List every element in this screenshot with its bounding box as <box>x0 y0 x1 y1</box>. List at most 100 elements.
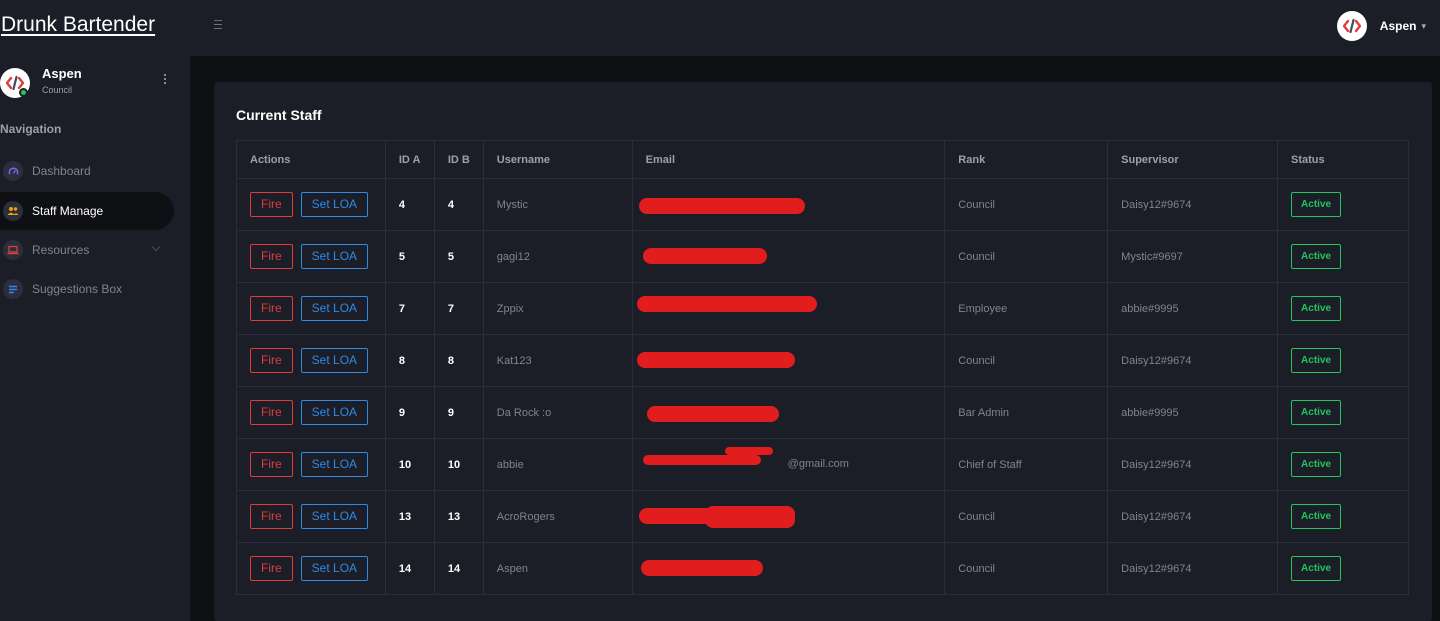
sidebar-item-resources[interactable]: Resources <box>0 231 174 269</box>
email-cell <box>631 230 946 283</box>
username-cell: AcroRogers <box>482 490 633 543</box>
status-cell: Active <box>1277 490 1409 543</box>
id-a-cell: 14 <box>384 542 435 595</box>
status-badge: Active <box>1291 244 1342 269</box>
supervisor-cell: Daisy12#9674 <box>1107 542 1279 595</box>
username-cell: Da Rock :o <box>482 386 633 439</box>
table-header-row: Actions ID A ID B Username Email Rank Su… <box>236 140 1409 179</box>
email-redaction-mark <box>724 447 773 455</box>
status-badge: Active <box>1291 556 1342 581</box>
actions-cell: Fire Set LOA <box>236 386 386 439</box>
actions-cell: Fire Set LOA <box>236 282 386 335</box>
set-loa-button[interactable]: Set LOA <box>300 400 369 425</box>
actions-cell: Fire Set LOA <box>236 230 386 283</box>
email-redaction-mark <box>642 248 767 264</box>
email-cell: @gmail.com <box>631 438 946 491</box>
supervisor-cell: abbie#9995 <box>1107 282 1279 335</box>
supervisor-cell: Daisy12#9674 <box>1107 490 1279 543</box>
rank-cell: Bar Admin <box>944 386 1109 439</box>
email-text: @gmail.com <box>787 458 849 470</box>
email-cell <box>631 386 946 439</box>
email-cell <box>631 178 946 231</box>
sidebar-item-staff-manage[interactable]: Staff Manage <box>0 192 174 230</box>
email-redaction-mark <box>640 560 763 576</box>
table-row: Fire Set LOA 5 5 gagi12 Council Mystic#9697 Act… <box>236 230 1409 283</box>
nav-heading: Navigation <box>0 122 62 136</box>
status-cell: Active <box>1277 178 1409 231</box>
code-avatar-icon <box>1336 11 1367 41</box>
column-header-id-b: ID B <box>433 140 484 179</box>
set-loa-button[interactable]: Set LOA <box>300 556 369 581</box>
supervisor-cell: Daisy12#9674 <box>1107 178 1279 231</box>
staff-card: Current Staff Actions ID A ID B Username… <box>214 82 1432 621</box>
list-icon <box>3 279 23 299</box>
email-cell <box>631 490 946 543</box>
sidebar-item-suggestions-box[interactable]: Suggestions Box <box>0 270 174 308</box>
status-cell: Active <box>1277 230 1409 283</box>
caret-down-icon: ▾ <box>1421 20 1426 31</box>
fire-button[interactable]: Fire <box>250 556 293 581</box>
user-menu[interactable]: Aspen ▾ <box>1336 11 1426 41</box>
online-status-dot <box>19 88 28 97</box>
fire-button[interactable]: Fire <box>250 244 293 269</box>
id-b-cell: 5 <box>433 230 484 283</box>
set-loa-button[interactable]: Set LOA <box>300 244 369 269</box>
fire-button[interactable]: Fire <box>250 504 293 529</box>
set-loa-button[interactable]: Set LOA <box>300 348 369 373</box>
sidebar: Aspen Council Navigation Dashboard Staff… <box>0 56 190 621</box>
fire-button[interactable]: Fire <box>250 400 293 425</box>
email-cell <box>631 282 946 335</box>
username-cell: Zppix <box>482 282 633 335</box>
email-redaction-mark <box>642 455 761 465</box>
set-loa-button[interactable]: Set LOA <box>300 192 369 217</box>
status-cell: Active <box>1277 542 1409 595</box>
set-loa-button[interactable]: Set LOA <box>300 452 369 477</box>
fire-button[interactable]: Fire <box>250 192 293 217</box>
set-loa-button[interactable]: Set LOA <box>300 504 369 529</box>
user-menu-name: Aspen <box>1379 19 1417 33</box>
fire-button[interactable]: Fire <box>250 296 293 321</box>
supervisor-cell: Daisy12#9674 <box>1107 334 1279 387</box>
column-header-id-a: ID A <box>384 140 435 179</box>
id-b-cell: 13 <box>433 490 484 543</box>
status-badge: Active <box>1291 296 1342 321</box>
laptop-icon <box>3 240 23 260</box>
supervisor-cell: Daisy12#9674 <box>1107 438 1279 491</box>
username-cell: abbie <box>482 438 633 491</box>
status-badge: Active <box>1291 504 1342 529</box>
status-badge: Active <box>1291 400 1342 425</box>
id-a-cell: 10 <box>384 438 435 491</box>
rank-cell: Council <box>944 542 1109 595</box>
rank-cell: Chief of Staff <box>944 438 1109 491</box>
brand-title[interactable]: Drunk Bartender <box>1 13 155 37</box>
table-row: Fire Set LOA 8 8 Kat123 Council Daisy12#9674 Ac… <box>236 334 1409 387</box>
status-badge: Active <box>1291 452 1342 477</box>
supervisor-cell: Mystic#9697 <box>1107 230 1279 283</box>
email-redaction-mark <box>638 198 805 214</box>
id-a-cell: 7 <box>384 282 435 335</box>
rank-cell: Council <box>944 334 1109 387</box>
fire-button[interactable]: Fire <box>250 452 293 477</box>
username-cell: gagi12 <box>482 230 633 283</box>
set-loa-button[interactable]: Set LOA <box>300 296 369 321</box>
hamburger-icon[interactable] <box>214 17 226 33</box>
sidebar-item-dashboard[interactable]: Dashboard <box>0 152 174 190</box>
rank-cell: Council <box>944 490 1109 543</box>
top-navbar: Drunk Bartender Aspen ▾ <box>0 0 1440 56</box>
id-a-cell: 5 <box>384 230 435 283</box>
sidebar-item-label: Dashboard <box>32 164 91 178</box>
id-b-cell: 7 <box>433 282 484 335</box>
table-row: Fire Set LOA 9 9 Da Rock :o Bar Admin abbie#99… <box>236 386 1409 439</box>
id-b-cell: 10 <box>433 438 484 491</box>
sidebar-item-label: Staff Manage <box>32 204 104 218</box>
id-a-cell: 4 <box>384 178 435 231</box>
actions-cell: Fire Set LOA <box>236 542 386 595</box>
status-cell: Active <box>1277 438 1409 491</box>
fire-button[interactable]: Fire <box>250 348 293 373</box>
rank-cell: Council <box>944 178 1109 231</box>
kebab-menu-icon[interactable] <box>164 74 168 88</box>
users-icon <box>3 201 23 221</box>
table-row: Fire Set LOA 4 4 Mystic Council Daisy12#9674 Ac… <box>236 178 1409 231</box>
supervisor-cell: abbie#9995 <box>1107 386 1279 439</box>
table-row: Fire Set LOA 7 7 Zppix Employee abbie#9995 Acti… <box>236 282 1409 335</box>
